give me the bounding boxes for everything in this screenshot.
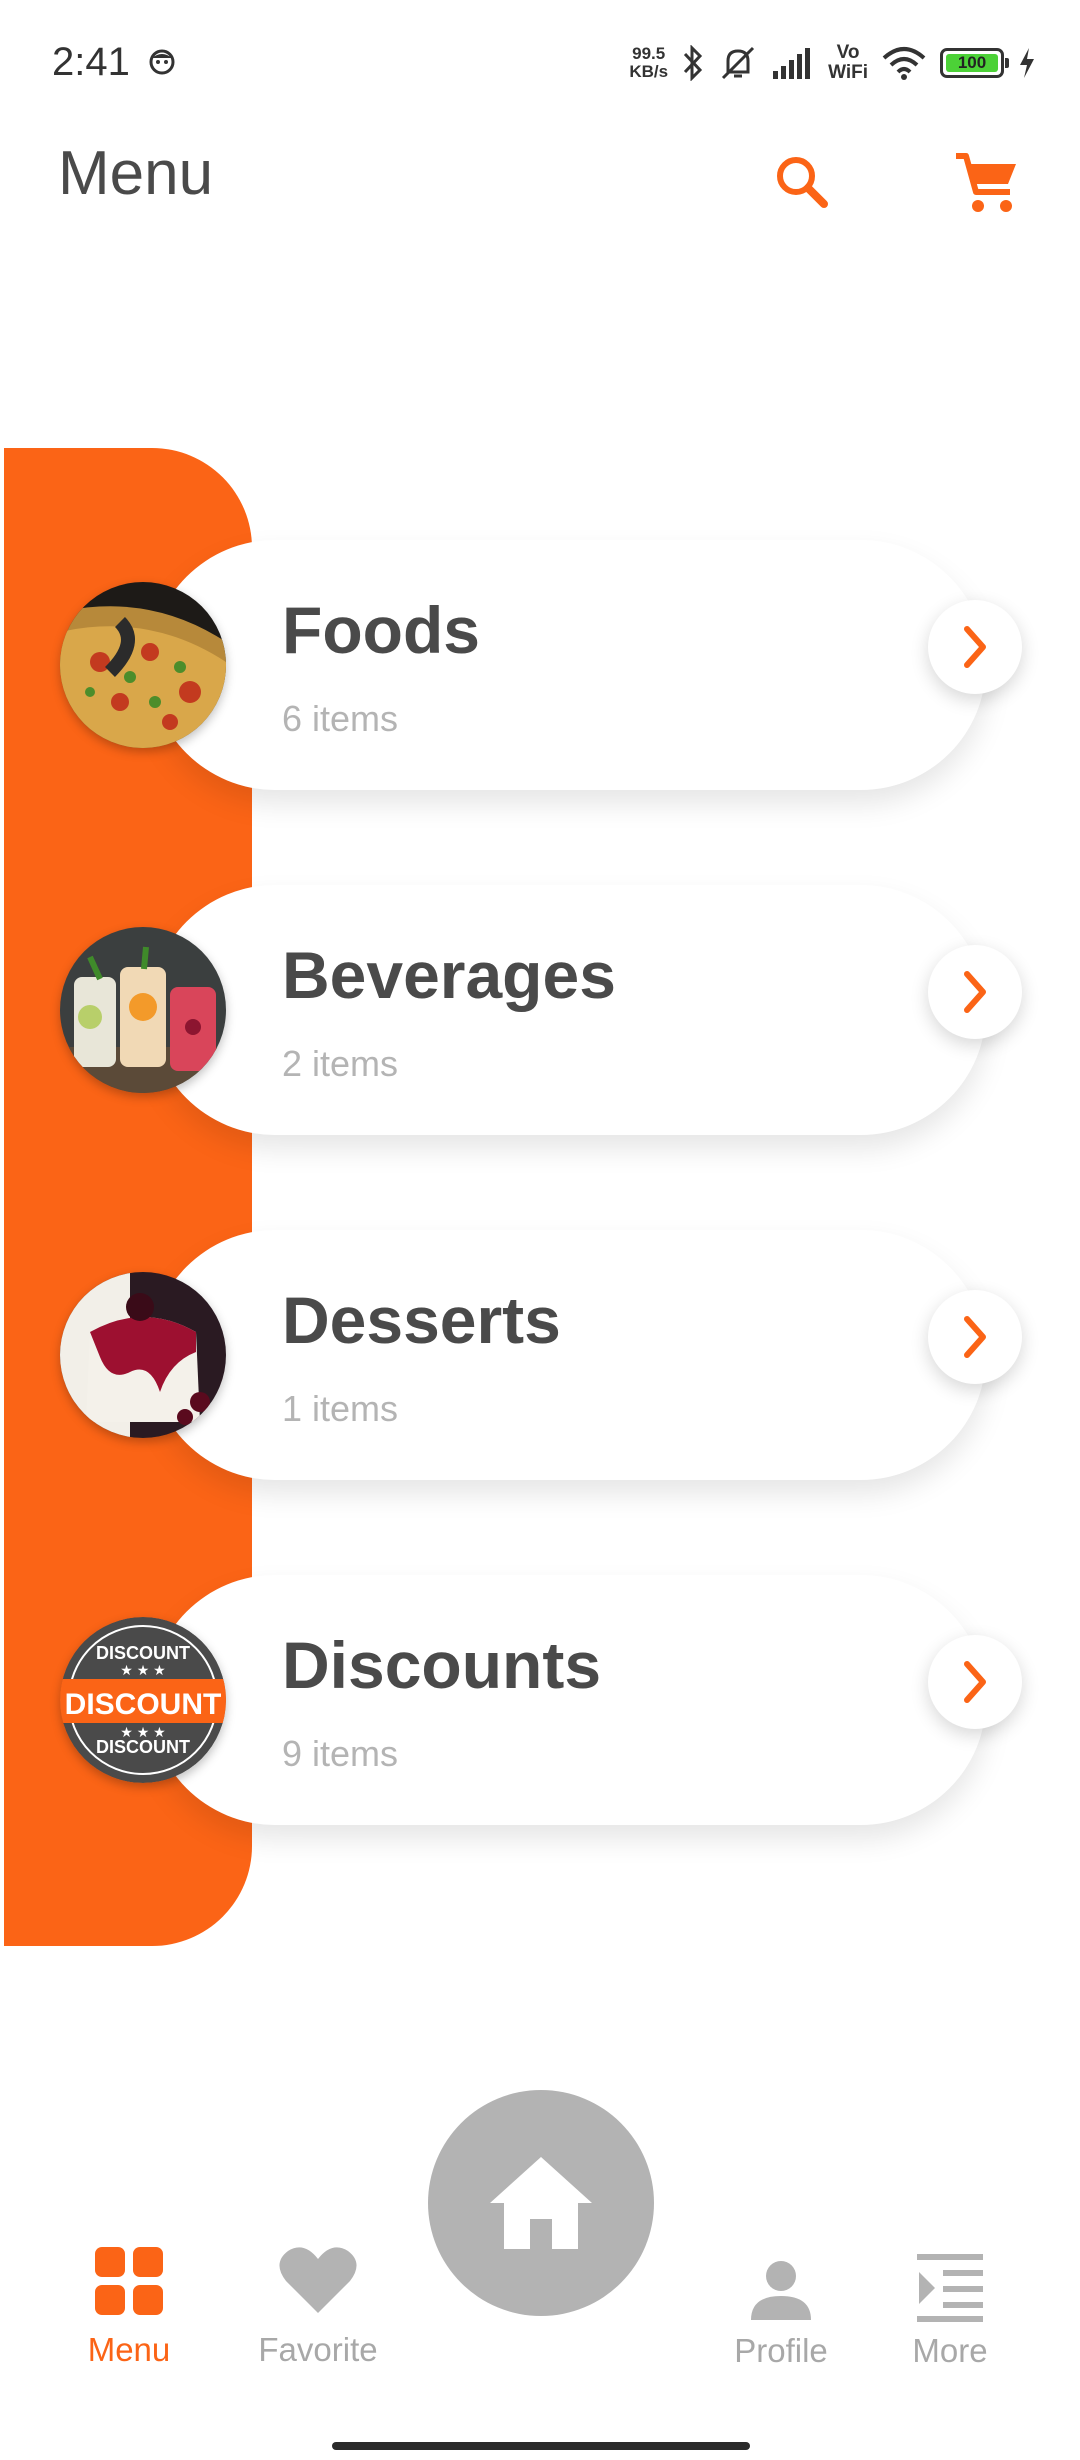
status-time: 2:41 [52,40,130,84]
chevron-right-icon [964,1661,986,1703]
home-indicator[interactable] [332,2442,750,2450]
discount-badge-image: DISCOUNT DISCOUNT DISCOUNT ★ ★ ★ ★ ★ ★ [60,1617,226,1783]
signal-icon [773,48,811,79]
chevron-right-icon [964,1316,986,1358]
foods-arrow-button[interactable] [928,600,1022,694]
svg-text:DISCOUNT: DISCOUNT [65,1688,222,1721]
nav-more[interactable]: More [890,2252,1010,2370]
category-title: Discounts [282,1628,602,1702]
mute-bell-icon [722,46,755,80]
search-button[interactable] [770,150,834,214]
status-icons: 99.5 KB/s Vo WiFi 100 [629,38,1036,88]
home-button[interactable] [428,2090,654,2316]
network-speed: 99.5 KB/s [629,44,669,81]
discounts-arrow-button[interactable] [928,1635,1022,1729]
cart-icon [956,153,1016,212]
category-title: Desserts [282,1283,561,1357]
nav-more-label: More [912,2332,988,2369]
category-title: Foods [282,593,480,667]
nav-profile[interactable]: Profile [716,2258,846,2370]
list-icon [917,2254,983,2322]
grid-icon [95,2247,163,2315]
category-card-foods[interactable]: Foods 6 items [150,540,986,790]
chevron-right-icon [964,626,986,668]
nav-favorite[interactable]: Favorite [248,2245,388,2369]
heart-icon [279,2247,357,2313]
category-count: 6 items [282,698,399,739]
nav-favorite-label: Favorite [258,2331,378,2368]
person-icon [751,2261,811,2320]
desserts-arrow-button[interactable] [928,1290,1022,1384]
notification-face-icon [149,49,175,75]
vowifi-indicator: Vo WiFi [828,42,868,83]
nav-menu[interactable]: Menu [64,2245,194,2369]
chevron-right-icon [964,971,986,1013]
bluetooth-icon [683,45,703,81]
beverages-arrow-button[interactable] [928,945,1022,1039]
category-card-desserts[interactable]: Desserts 1 items [150,1230,986,1480]
wifi-icon [882,47,926,80]
status-bar: 2:41 99.5 KB/s Vo WiFi 100 [0,0,1080,120]
category-count: 9 items [282,1733,399,1774]
page-title: Menu [58,139,214,208]
category-count: 1 items [282,1388,399,1429]
category-count: 2 items [282,1043,399,1084]
svg-text:★ ★ ★: ★ ★ ★ [120,1724,165,1740]
svg-text:DISCOUNT: DISCOUNT [96,1643,190,1663]
dessert-image [60,1272,226,1438]
home-icon [490,2157,592,2249]
category-card-beverages[interactable]: Beverages 2 items [150,885,986,1135]
nav-menu-label: Menu [87,2331,171,2368]
nav-profile-label: Profile [734,2332,828,2369]
svg-text:★ ★ ★: ★ ★ ★ [120,1662,165,1678]
battery-icon: 100 [940,48,1009,78]
search-icon [777,157,828,208]
category-card-discounts[interactable]: Discounts 9 items [150,1575,986,1825]
charging-icon [1020,48,1034,78]
svg-text:DISCOUNT: DISCOUNT [96,1737,190,1757]
category-title: Beverages [282,938,616,1012]
drinks-image [60,927,226,1093]
cart-button[interactable] [952,148,1022,218]
battery-level: 100 [946,53,998,72]
pizza-image [60,582,226,748]
